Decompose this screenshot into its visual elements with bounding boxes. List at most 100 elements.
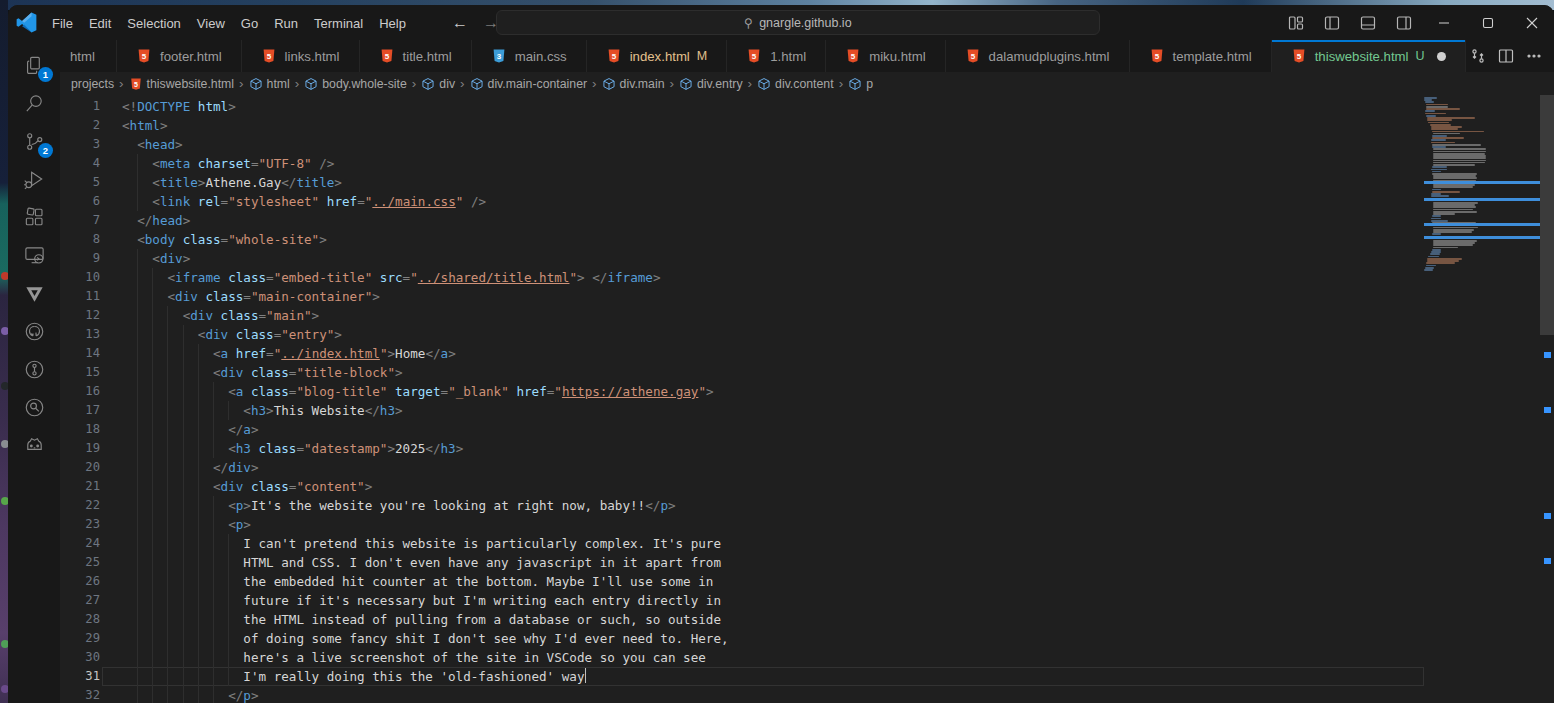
code-line-14[interactable]: 14<a href="../index.html">Home</a> [60, 344, 1424, 363]
code-line-20[interactable]: 20</div> [60, 458, 1424, 477]
line-number: 10 [60, 268, 100, 287]
activity-explorer-icon[interactable]: 1 [12, 46, 56, 84]
activity-triangle-logo-icon[interactable] [12, 274, 56, 312]
code-line-30[interactable]: 30here's a live screenshot of the site i… [60, 648, 1424, 667]
editor-scrollbar[interactable] [1540, 95, 1554, 703]
menu-terminal[interactable]: Terminal [306, 12, 371, 35]
breadcrumb: projects›5thiswebsite.html›html›body.who… [60, 72, 1554, 95]
activity-source-control-icon[interactable]: 2 [12, 122, 56, 160]
code-line-12[interactable]: 12<div class="main"> [60, 306, 1424, 325]
activity-extensions-icon[interactable] [12, 198, 56, 236]
toggle-primary-sidebar-icon[interactable] [1324, 15, 1340, 31]
tab-html[interactable]: html [60, 40, 117, 72]
code-line-1[interactable]: 1<!DOCTYPE html> [60, 97, 1424, 116]
code-line-24[interactable]: 24I can't pretend this website is partic… [60, 534, 1424, 553]
breadcrumb-item[interactable]: div.entry [679, 77, 743, 91]
symbol-element-icon [470, 77, 484, 91]
tab-links.html[interactable]: 5links.html [242, 40, 360, 72]
tab-template.html[interactable]: 5template.html [1130, 40, 1272, 72]
maximize-button[interactable] [1466, 5, 1510, 40]
split-editor-icon[interactable] [1494, 44, 1518, 68]
toggle-panel-icon[interactable] [1360, 15, 1376, 31]
menu-run[interactable]: Run [266, 12, 306, 35]
code-line-4[interactable]: 4<meta charset="UTF-8" /> [60, 154, 1424, 173]
close-button[interactable] [1510, 5, 1554, 40]
code-line-11[interactable]: 11<div class="main-container"> [60, 287, 1424, 306]
breadcrumb-item[interactable]: 5thiswebsite.html [129, 77, 234, 91]
code-line-22[interactable]: 22<p>It's the website you're looking at … [60, 496, 1424, 515]
code-line-19[interactable]: 19<h3 class="datestamp">2025</h3> [60, 439, 1424, 458]
code-line-32[interactable]: 32</p> [60, 686, 1424, 703]
customize-layout-icon[interactable] [1288, 15, 1304, 31]
menu-go[interactable]: Go [233, 12, 266, 35]
minimize-button[interactable] [1422, 5, 1466, 40]
vscode-logo-icon [16, 12, 37, 33]
code-line-31[interactable]: 31I'm really doing this the 'old-fashion… [60, 667, 1424, 686]
scrollbar-thumb[interactable] [1540, 95, 1554, 335]
menu-file[interactable]: File [44, 12, 81, 35]
activity-github-icon[interactable] [12, 312, 56, 350]
code-line-2[interactable]: 2<html> [60, 116, 1424, 135]
menu-edit[interactable]: Edit [81, 12, 119, 35]
activity-godot-tools-icon[interactable] [12, 426, 56, 464]
back-arrow-icon[interactable]: ← [452, 14, 468, 32]
toggle-secondary-sidebar-icon[interactable] [1396, 15, 1412, 31]
command-center-search[interactable]: ⚲ gnargle.github.io [496, 10, 1100, 35]
more-actions-icon[interactable] [1522, 44, 1546, 68]
code-line-8[interactable]: 8<body class="whole-site"> [60, 230, 1424, 249]
breadcrumb-item[interactable]: div.main [602, 77, 665, 91]
code-line-7[interactable]: 7</head> [60, 211, 1424, 230]
tab-dalamudplugins.html[interactable]: 5dalamudplugins.html [946, 40, 1130, 72]
tab-footer.html[interactable]: 5footer.html [117, 40, 242, 72]
open-changes-icon[interactable] [1466, 44, 1490, 68]
breadcrumb-item[interactable]: div.content [757, 77, 834, 91]
breadcrumb-item[interactable]: html [249, 77, 290, 91]
line-number: 4 [60, 154, 100, 173]
activity-gitlens-search-icon[interactable] [12, 388, 56, 426]
code-line-13[interactable]: 13<div class="entry"> [60, 325, 1424, 344]
breadcrumb-item[interactable]: projects [71, 77, 114, 91]
breadcrumb-item[interactable]: div.main-container [470, 77, 588, 91]
html-file-icon: 5 [1149, 48, 1165, 64]
breadcrumb-item[interactable]: body.whole-site [304, 77, 407, 91]
code-line-28[interactable]: 28the HTML instead of pulling from a dat… [60, 610, 1424, 629]
tab-miku.html[interactable]: 5miku.html [826, 40, 945, 72]
code-line-18[interactable]: 18</a> [60, 420, 1424, 439]
menu-view[interactable]: View [189, 12, 233, 35]
code-line-17[interactable]: 17<h3>This Website</h3> [60, 401, 1424, 420]
code-line-29[interactable]: 29of doing some fancy shit I don't see w… [60, 629, 1424, 648]
breadcrumb-item[interactable]: div [421, 77, 455, 91]
code-line-25[interactable]: 25HTML and CSS. I don't even have any ja… [60, 553, 1424, 572]
code-line-21[interactable]: 21<div class="content"> [60, 477, 1424, 496]
minimap[interactable] [1424, 97, 1540, 271]
minimap-decoration-bar [1424, 236, 1540, 239]
tab-main.css[interactable]: 3main.css [472, 40, 587, 72]
tab-thiswebsite.html[interactable]: 5thiswebsite.htmlU [1272, 40, 1466, 72]
code-editor[interactable]: 1<!DOCTYPE html>2<html>3<head>4<meta cha… [60, 95, 1554, 703]
svg-text:5: 5 [134, 80, 138, 87]
breadcrumb-label: p [866, 77, 873, 91]
code-line-3[interactable]: 3<head> [60, 135, 1424, 154]
activity-run-and-debug-icon[interactable] [12, 160, 56, 198]
code-line-15[interactable]: 15<div class="title-block"> [60, 363, 1424, 382]
menu-help[interactable]: Help [371, 12, 414, 35]
code-line-23[interactable]: 23<p> [60, 515, 1424, 534]
code-line-5[interactable]: 5<title>Athene.Gay</title> [60, 173, 1424, 192]
tab-title.html[interactable]: 5title.html [360, 40, 472, 72]
breadcrumb-item[interactable]: p [848, 77, 873, 91]
activity-remote-explorer-icon[interactable] [12, 236, 56, 274]
menu-selection[interactable]: Selection [119, 12, 188, 35]
code-line-27[interactable]: 27future if it's necessary but I'm writi… [60, 591, 1424, 610]
code-line-6[interactable]: 6<link rel="stylesheet" href="../main.cs… [60, 192, 1424, 211]
tab-1.html[interactable]: 51.html [727, 40, 826, 72]
unsaved-dot-icon[interactable] [1437, 52, 1446, 61]
code-line-26[interactable]: 26the embedded hit counter at the bottom… [60, 572, 1424, 591]
screen: FileEditSelectionViewGoRunTerminalHelp ←… [0, 0, 1554, 703]
activity-gitlens-icon[interactable] [12, 350, 56, 388]
code-line-10[interactable]: 10<iframe class="embed-title" src="../sh… [60, 268, 1424, 287]
code-line-9[interactable]: 9<div> [60, 249, 1424, 268]
activity-search-icon[interactable] [12, 84, 56, 122]
code-line-16[interactable]: 16<a class="blog-title" target="_blank" … [60, 382, 1424, 401]
tab-label: main.css [515, 49, 567, 64]
tab-index.html[interactable]: 5index.htmlM [587, 40, 728, 72]
